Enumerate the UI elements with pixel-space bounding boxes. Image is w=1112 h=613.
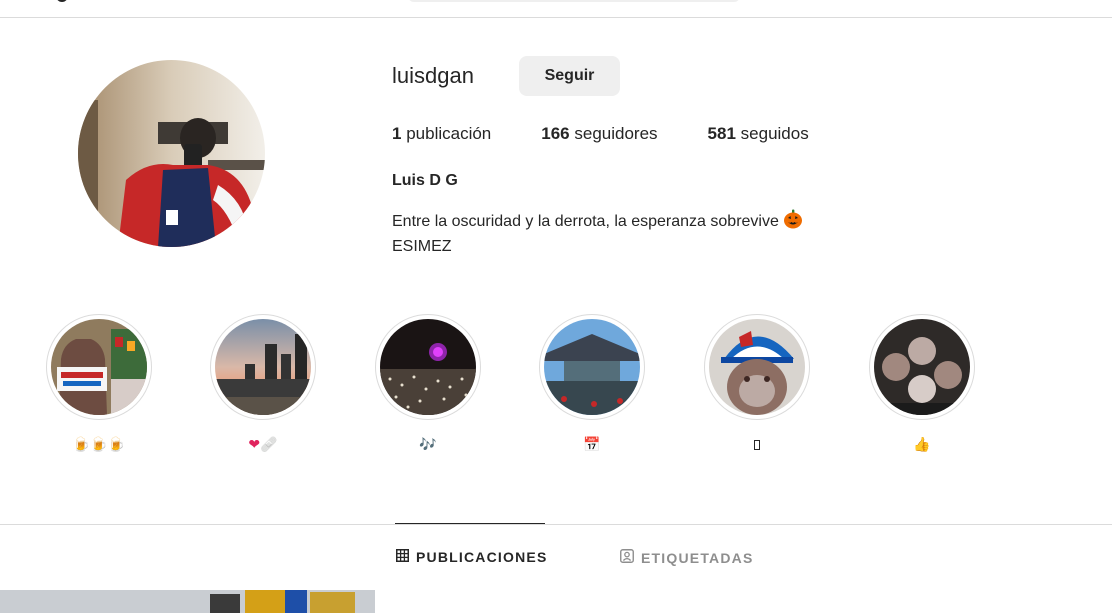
tab-publicaciones[interactable]: PUBLICACIONES: [396, 549, 548, 565]
profile-photo: [78, 60, 265, 247]
red-heart-icon: ❤: [248, 436, 261, 452]
highlight-label: 👍: [869, 436, 975, 454]
grid-icon: [396, 549, 409, 565]
followers-count: 166: [541, 124, 570, 143]
follow-button[interactable]: Seguir: [519, 56, 620, 96]
beer-mug-icon: 🍺: [90, 436, 108, 452]
highlight-label: 📅: [539, 436, 645, 454]
story-highlight[interactable]: [375, 314, 481, 420]
story-highlight[interactable]: [210, 314, 316, 420]
post-thumbnail[interactable]: [0, 590, 375, 613]
tabs-divider: [0, 524, 1112, 525]
highlight-cover: [709, 319, 805, 415]
bio-line-2: ESIMEZ: [392, 238, 452, 255]
profile-bio: Entre la oscuridad y la derrota, la espe…: [392, 209, 803, 258]
profile-username: luisdgan: [392, 63, 474, 88]
followers-label: seguidores: [574, 124, 658, 143]
jack-o-lantern-icon: [783, 209, 803, 236]
tab-label: ETIQUETADAS: [641, 549, 754, 566]
following-stat[interactable]: 581 seguidos: [708, 124, 809, 144]
tagged-user-icon: [620, 549, 634, 566]
following-count: 581: [707, 124, 736, 143]
bio-line-1: Entre la oscuridad y la derrota, la espe…: [392, 213, 779, 230]
profile-full-name: Luis D G: [392, 172, 458, 189]
story-highlight[interactable]: [704, 314, 810, 420]
highlight-cover: [874, 319, 970, 415]
instagram-logo[interactable]: [56, 0, 68, 2]
musical-notes-icon: 🎶: [419, 436, 437, 452]
posts-count-stat: 1 publicación: [392, 124, 491, 144]
story-highlight[interactable]: [869, 314, 975, 420]
highlight-cover: [51, 319, 147, 415]
tab-etiquetadas[interactable]: ETIQUETADAS: [620, 549, 754, 566]
highlight-label: 🎶: [375, 436, 481, 454]
following-label: seguidos: [740, 124, 809, 143]
followers-stat[interactable]: 166 seguidores: [541, 124, 657, 144]
profile-stats: 1 publicación 166 seguidores 581 seguido…: [392, 124, 859, 144]
adhesive-bandage-icon: 🩹: [260, 436, 278, 452]
story-highlight[interactable]: [46, 314, 152, 420]
highlight-cover: [215, 319, 311, 415]
story-highlight[interactable]: [539, 314, 645, 420]
posts-count: 1: [392, 124, 402, 143]
highlight-cover: [380, 319, 476, 415]
profile-avatar[interactable]: [78, 60, 265, 247]
search-input[interactable]: [408, 0, 740, 2]
active-tab-indicator: [395, 523, 545, 524]
tab-label: PUBLICACIONES: [416, 549, 548, 565]
top-nav-bar: [0, 0, 1112, 18]
highlight-label: 🍺🍺🍺: [46, 436, 152, 454]
highlight-cover: [544, 319, 640, 415]
missing-glyph-icon: [754, 440, 760, 450]
thumbs-up-icon: 👍: [913, 436, 931, 452]
beer-mug-icon: 🍺: [72, 436, 91, 452]
beer-mug-icon: 🍺: [107, 436, 126, 452]
highlight-label: ❤🩹: [210, 436, 316, 454]
highlight-label: [704, 436, 810, 454]
calendar-icon: 📅: [583, 436, 601, 452]
posts-label: publicación: [406, 124, 492, 143]
